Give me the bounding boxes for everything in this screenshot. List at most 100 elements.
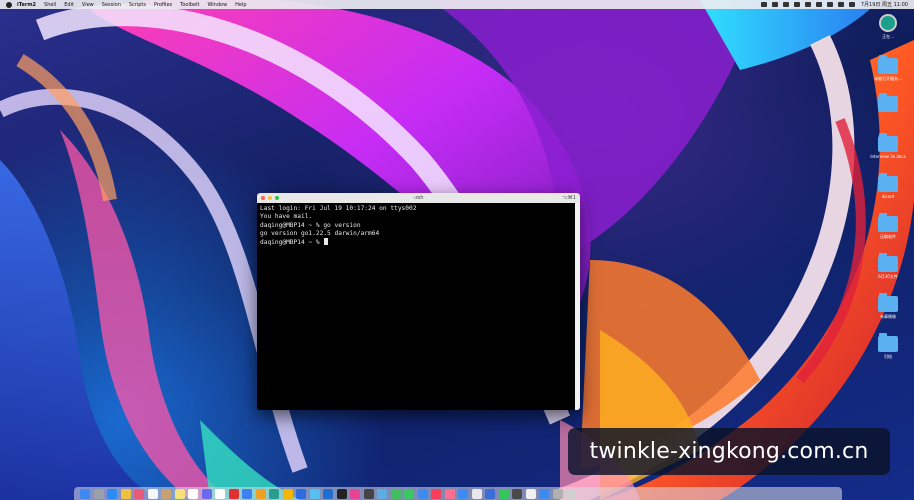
time-machine-icon — [879, 14, 897, 32]
status-icon-4[interactable] — [793, 2, 800, 7]
app-store-icon[interactable] — [107, 488, 117, 499]
app-icon-16[interactable] — [471, 488, 482, 499]
terminal-prompt-line[interactable]: daqing@MBP14 ~ % — [260, 238, 577, 247]
app-icon-11[interactable] — [363, 488, 374, 499]
desktop-item-label: 正在... — [882, 34, 894, 39]
terminal-icon[interactable] — [336, 488, 347, 499]
desktop-item-folder[interactable]: 归档 — [870, 333, 906, 360]
app-icon-13[interactable] — [417, 488, 428, 499]
contacts-icon[interactable] — [161, 488, 171, 499]
menu-help[interactable]: Help — [235, 2, 246, 8]
menu-session[interactable]: Session — [102, 2, 121, 8]
terminal-prompt: daqing@MBP14 ~ % — [260, 239, 324, 247]
menu-shell[interactable]: Shell — [44, 2, 56, 8]
desktop-item-folder[interactable] — [870, 93, 906, 114]
app-icon-19[interactable] — [525, 488, 536, 499]
app-icon-12[interactable] — [377, 488, 387, 499]
menu-bar: iTerm2 Shell Edit View Session Scripts P… — [0, 0, 914, 9]
finder-icon[interactable] — [80, 488, 90, 499]
notes-icon[interactable] — [174, 488, 185, 499]
watermark: twinkle-xingkong.com.cn — [568, 428, 890, 475]
reminders-icon[interactable] — [188, 488, 198, 499]
terminal-scrollbar[interactable] — [575, 203, 580, 410]
app-icon-10[interactable] — [350, 488, 360, 499]
app-icon-15[interactable] — [458, 488, 468, 499]
desktop-item-folder[interactable]: 有事情做 — [870, 293, 906, 320]
dock — [74, 487, 842, 500]
terminal-window[interactable]: -zsh ⌥⌘1 Last login: Fri Jul 19 10:17:24… — [257, 193, 580, 410]
messages-icon[interactable] — [404, 488, 414, 499]
status-icon-2[interactable] — [771, 2, 778, 7]
wechat-icon[interactable] — [390, 488, 401, 499]
menu-scripts[interactable]: Scripts — [129, 2, 146, 8]
terminal-line: Last login: Fri Jul 19 10:17:24 on ttys0… — [260, 205, 417, 212]
folder-icon — [878, 253, 898, 272]
app-icon-2[interactable] — [215, 488, 225, 499]
terminal-titlebar[interactable]: -zsh ⌥⌘1 — [257, 193, 580, 203]
terminal-title: -zsh — [413, 195, 424, 201]
app-icon-20[interactable] — [539, 488, 549, 499]
app-icon-4[interactable] — [242, 488, 252, 499]
status-icon-1[interactable] — [760, 2, 767, 7]
wifi-icon[interactable] — [826, 2, 833, 7]
desktop-item-label: Interview 3x docs — [870, 154, 906, 159]
desktop-item-label: 压缩软件 — [880, 234, 896, 239]
app-icon-8[interactable] — [309, 488, 320, 499]
terminal-line: You have mail. — [260, 213, 313, 221]
menu-profiles[interactable]: Profiles — [154, 2, 172, 8]
terminal-line: daqing@MBP14 ~ % go version — [260, 221, 361, 229]
status-icon-5[interactable] — [804, 2, 811, 7]
desktop-item-label: 归档 — [884, 354, 892, 359]
menu-clock[interactable]: 7月19日 周五 11:00 — [861, 1, 908, 8]
trash-icon[interactable] — [566, 488, 576, 499]
calendar-icon[interactable] — [147, 488, 158, 499]
app-icon-3[interactable] — [228, 488, 239, 499]
folder-icon — [878, 293, 898, 312]
folder-icon — [878, 213, 898, 232]
menu-edit[interactable]: Edit — [64, 2, 74, 8]
mail-icon[interactable] — [120, 488, 131, 499]
app-icon-1[interactable] — [201, 488, 212, 499]
photos-icon[interactable] — [134, 488, 144, 499]
desktop-item-folder[interactable]: dicord — [870, 173, 906, 199]
folder-icon — [878, 133, 898, 152]
app-icon-18[interactable] — [512, 488, 522, 499]
desktop-item-label: 6月30文件 — [878, 274, 898, 279]
status-icon-3[interactable] — [782, 2, 789, 7]
folder-icon — [878, 93, 898, 112]
desktop-item-label: 有事情做 — [880, 314, 896, 319]
launchpad-icon[interactable] — [93, 488, 104, 499]
status-area: 7月19日 周五 11:00 — [756, 1, 908, 8]
app-icon-6[interactable] — [269, 488, 279, 499]
watermark-text: twinkle-xingkong.com.cn — [589, 439, 869, 464]
desktop-item-folder[interactable]: 6月30文件 — [870, 253, 906, 280]
desktop-item-label: dicord — [881, 194, 895, 199]
text-cursor — [324, 238, 329, 246]
chrome-icon[interactable] — [282, 488, 293, 499]
facetime-icon[interactable] — [498, 488, 509, 499]
folder-icon — [878, 333, 898, 352]
control-center-icon[interactable] — [848, 2, 855, 7]
app-icon-17[interactable] — [485, 488, 495, 499]
desktop-item-folder[interactable]: 压缩软件 — [870, 213, 906, 240]
menu-window[interactable]: Window — [207, 2, 227, 8]
search-icon[interactable] — [837, 2, 844, 7]
menu-view[interactable]: View — [82, 2, 94, 8]
menu-toolbelt[interactable]: Toolbelt — [180, 2, 199, 8]
folder-icon — [878, 55, 898, 74]
desktop-item-label: 未能打开服务... — [874, 76, 902, 81]
menu-app-name[interactable]: iTerm2 — [17, 2, 36, 8]
terminal-line: go version go1.22.5 darwin/arm64 — [260, 229, 380, 237]
app-icon-14[interactable] — [444, 488, 455, 499]
music-icon[interactable] — [431, 488, 441, 499]
app-icon-5[interactable] — [255, 488, 266, 499]
terminal-output[interactable]: Last login: Fri Jul 19 10:17:24 on ttys0… — [257, 203, 580, 249]
app-icon-7[interactable] — [296, 488, 306, 499]
apple-menu-icon[interactable] — [6, 1, 12, 8]
desktop-item-folder[interactable]: 未能打开服务... — [870, 55, 906, 82]
battery-icon[interactable] — [815, 2, 822, 7]
desktop-item-time-machine[interactable]: 正在... — [870, 14, 906, 40]
app-icon-9[interactable] — [323, 488, 333, 499]
app-icon-21[interactable] — [552, 488, 563, 499]
desktop-item-folder[interactable]: Interview 3x docs — [870, 133, 906, 159]
